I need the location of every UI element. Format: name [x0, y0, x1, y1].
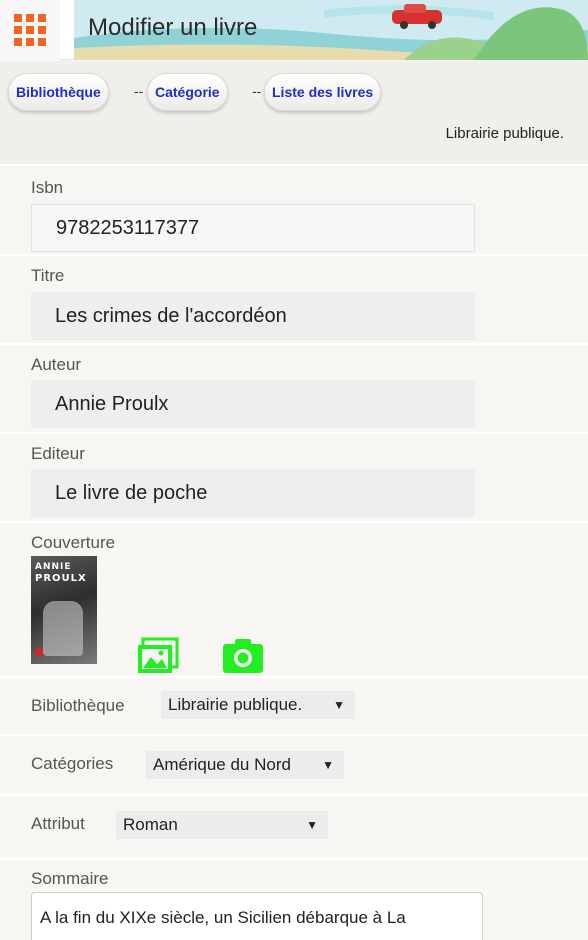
cover-author-last: PROULX	[35, 573, 87, 584]
sommaire-label: Sommaire	[31, 869, 109, 888]
categories-section: Catégories Amérique du Nord ▼	[0, 734, 588, 794]
bibliotheque-label: Bibliothèque	[31, 696, 125, 715]
auteur-section: Auteur Annie Proulx	[0, 343, 588, 432]
apps-menu-button[interactable]	[0, 0, 60, 60]
auteur-input[interactable]: Annie Proulx	[31, 380, 475, 428]
editeur-label: Editeur	[31, 444, 85, 463]
couverture-label: Couverture	[31, 533, 116, 552]
bibliotheque-section: Bibliothèque Librairie publique. ▼	[0, 676, 588, 734]
categories-selected: Amérique du Nord	[153, 755, 291, 774]
categories-select[interactable]: Amérique du Nord ▼	[146, 751, 344, 779]
bibliotheque-selected: Librairie publique.	[168, 695, 303, 714]
breadcrumb-bibliotheque[interactable]: Bibliothèque	[8, 73, 109, 111]
top-bar: Modifier un livre	[0, 0, 588, 60]
titre-label: Titre	[31, 266, 65, 285]
attribut-section: Attribut Roman ▼	[0, 794, 588, 858]
attribut-selected: Roman	[123, 815, 178, 834]
isbn-input[interactable]: 9782253117377	[31, 204, 475, 252]
breadcrumb: Bibliothèque -- Catégorie -- Liste des l…	[0, 61, 588, 164]
attribut-label: Attribut	[31, 814, 85, 833]
cover-author-first: ANNIE	[35, 562, 72, 572]
dropdown-arrow-icon: ▼	[306, 818, 318, 832]
titre-input[interactable]: Les crimes de l'accordéon	[31, 292, 475, 340]
isbn-section: Isbn 9782253117377	[0, 164, 588, 254]
breadcrumb-separator: --	[252, 83, 262, 99]
breadcrumb-categorie[interactable]: Catégorie	[147, 73, 228, 111]
breadcrumb-separator: --	[134, 83, 144, 99]
isbn-label: Isbn	[31, 178, 64, 197]
page-title: Modifier un livre	[88, 14, 258, 41]
editeur-section: Editeur Le livre de poche	[0, 432, 588, 521]
camera-icon[interactable]	[222, 637, 264, 675]
apps-grid-icon	[14, 14, 46, 46]
book-cover-image[interactable]: ANNIE PROULX	[31, 556, 97, 664]
dropdown-arrow-icon: ▼	[322, 758, 334, 772]
library-name: Librairie publique.	[445, 125, 564, 142]
sommaire-textarea[interactable]: A la fin du XIXe siècle, un Sicilien déb…	[31, 892, 483, 940]
bibliotheque-select[interactable]: Librairie publique. ▼	[161, 691, 355, 719]
titre-section: Titre Les crimes de l'accordéon	[0, 254, 588, 343]
breadcrumb-liste-des-livres[interactable]: Liste des livres	[264, 73, 382, 111]
attribut-select[interactable]: Roman ▼	[116, 811, 328, 839]
cover-badge	[35, 648, 43, 656]
auteur-label: Auteur	[31, 355, 82, 374]
categories-label: Catégories	[31, 754, 114, 773]
cover-figure	[43, 601, 83, 656]
image-gallery-icon[interactable]	[137, 637, 179, 675]
dropdown-arrow-icon: ▼	[333, 698, 345, 712]
editeur-input[interactable]: Le livre de poche	[31, 469, 475, 517]
